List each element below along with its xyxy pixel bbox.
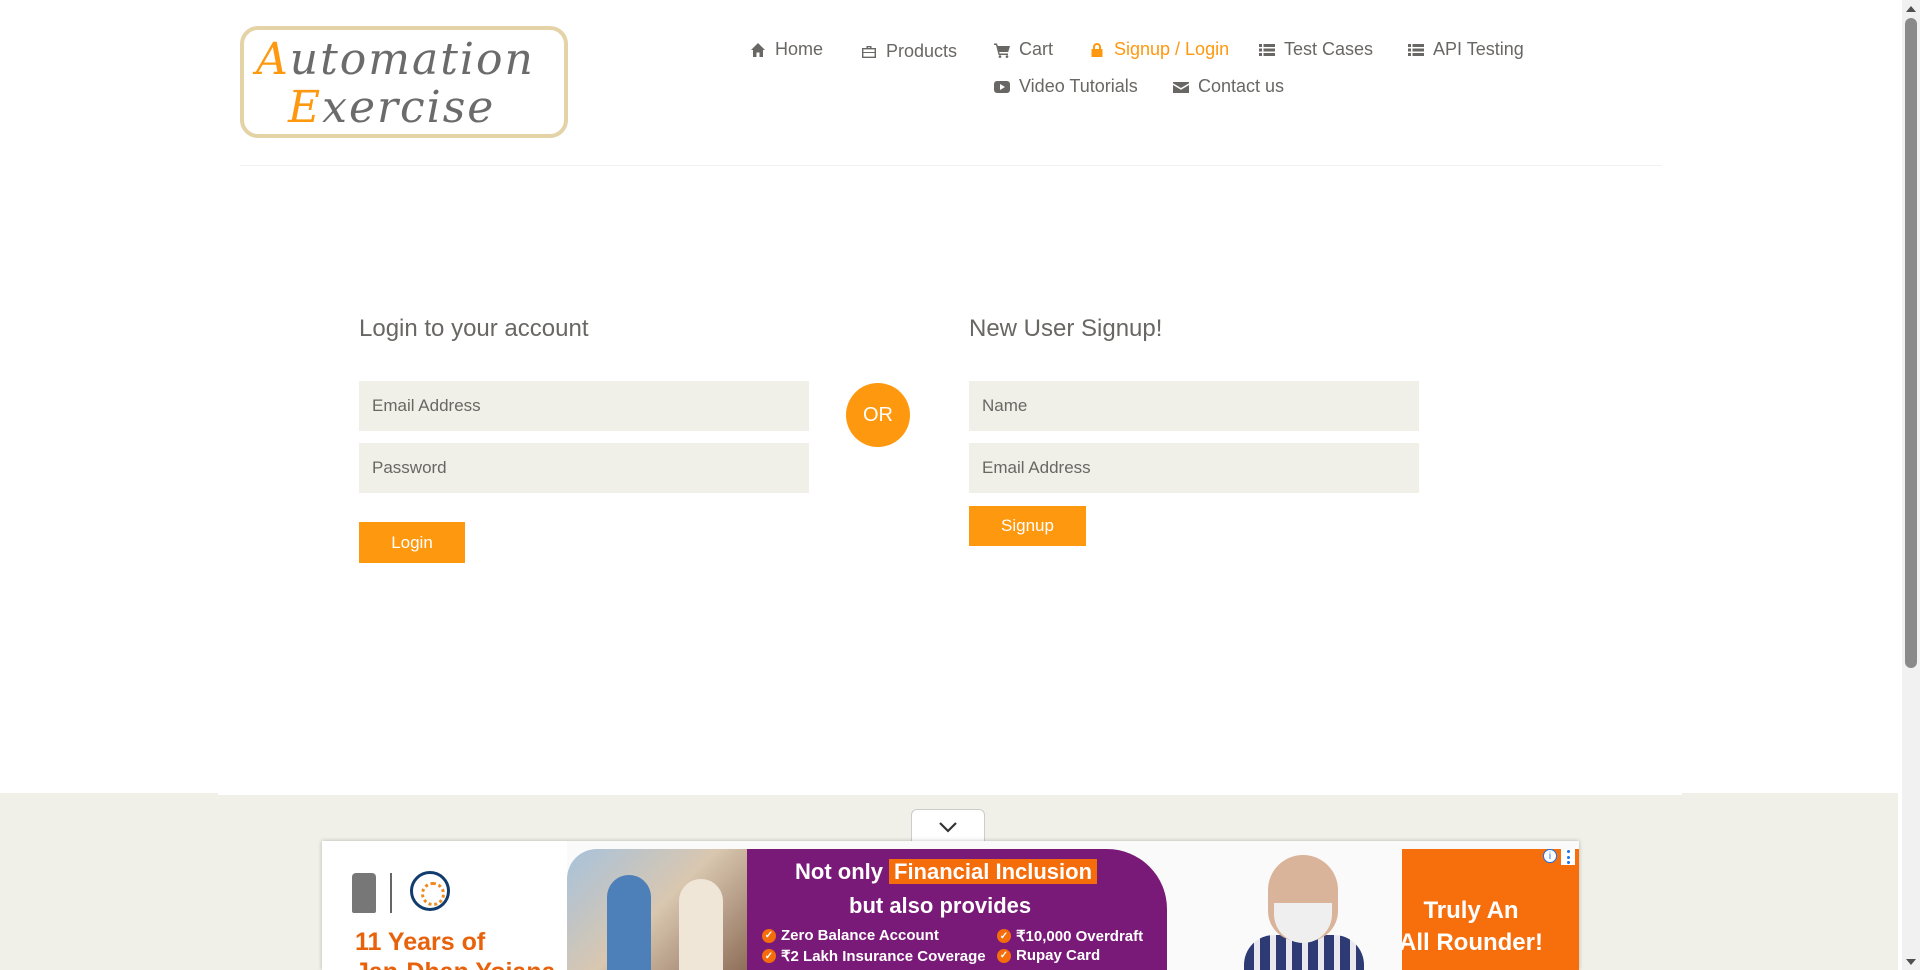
check-icon: ✓ (762, 949, 776, 963)
ad-portrait-photo (1222, 849, 1402, 970)
ad-benefit: ✓ ₹2 Lakh Insurance Coverage (762, 947, 986, 965)
ad-collapse-button[interactable] (911, 809, 985, 843)
page: Automation Exercise Home Products Cart S… (0, 0, 1920, 970)
vertical-scrollbar[interactable] (1902, 0, 1920, 970)
ad-left-panel: 11 Years of Jan-Dhan Yojana (322, 841, 567, 970)
ad-benefit: ✓ Zero Balance Account (762, 927, 939, 944)
home-icon (751, 42, 765, 57)
nav-test-cases[interactable]: Test Cases (1259, 39, 1373, 60)
login-button[interactable]: Login (359, 522, 465, 563)
scroll-up-arrow-icon[interactable] (1902, 0, 1920, 17)
video-icon (994, 80, 1010, 93)
ad-tagline: Truly An All Rounder! (1399, 897, 1543, 956)
header-divider (240, 165, 1662, 166)
nav-home-label: Home (775, 39, 824, 59)
login-email-input[interactable] (359, 381, 809, 431)
site-logo[interactable]: Automation Exercise (240, 26, 568, 138)
nav-video-tutorials[interactable]: Video Tutorials (994, 76, 1138, 97)
nav-signup-login-label: Signup / Login (1114, 39, 1230, 59)
signup-email-input[interactable] (969, 443, 1419, 493)
jan-dhan-logo-icon (410, 871, 450, 911)
ad-benefits-panel: Not only Financial Inclusion but also pro… (747, 849, 1167, 970)
ad-benefit: ✓ ₹10,000 Overdraft (997, 927, 1143, 945)
signup-name-input[interactable] (969, 381, 1419, 431)
cart-icon (994, 43, 1010, 58)
nav-test-cases-label: Test Cases (1284, 39, 1374, 59)
login-form-title: Login to your account (359, 315, 589, 342)
check-icon: ✓ (997, 929, 1011, 943)
ad-menu-icon[interactable] (1561, 849, 1575, 865)
lock-icon (1091, 42, 1103, 57)
ad-benefit: ✓ Rupay Card (997, 947, 1100, 964)
nav-products-label: Products (886, 41, 958, 61)
envelope-icon (1173, 81, 1189, 93)
or-separator: OR (846, 383, 910, 447)
nav-api-testing[interactable]: API Testing (1408, 39, 1524, 60)
signup-button[interactable]: Signup (969, 506, 1086, 546)
chevron-down-icon (939, 821, 957, 833)
ad-logo-divider (390, 873, 392, 913)
nav-video-tutorials-label: Video Tutorials (1019, 76, 1138, 96)
list-icon (1408, 43, 1424, 56)
ad-people-photo (567, 849, 747, 970)
nav-home[interactable]: Home (750, 39, 823, 60)
ad-subheadline: but also provides (849, 893, 1032, 918)
check-icon: ✓ (762, 928, 776, 943)
footer-divider (218, 793, 1682, 795)
ad-banner[interactable]: 11 Years of Jan-Dhan Yojana Not onlyFina… (322, 841, 1579, 970)
nav-contact-us-label: Contact us (1198, 76, 1285, 96)
ad-info-icon[interactable]: i (1543, 849, 1557, 863)
check-icon: ✓ (997, 948, 1011, 963)
nav-cart[interactable]: Cart (994, 39, 1053, 60)
nav-cart-label: Cart (1019, 39, 1054, 59)
nav-products[interactable]: Products (861, 41, 957, 62)
scrollbar-thumb[interactable] (1905, 18, 1917, 668)
nav-signup-login[interactable]: Signup / Login (1089, 39, 1229, 60)
scroll-down-arrow-icon[interactable] (1902, 953, 1920, 970)
signup-form-title: New User Signup! (969, 315, 1163, 342)
ad-years-text: 11 Years of Jan-Dhan Yojana (355, 928, 556, 970)
logo-line1: Automation (256, 34, 535, 85)
national-emblem-icon (352, 873, 376, 913)
ad-headline: Not only Financial Inclusion (795, 859, 1098, 885)
list-icon (1259, 43, 1275, 56)
nav-contact-us[interactable]: Contact us (1173, 76, 1284, 97)
logo-line2: Exercise (288, 82, 496, 133)
nav-api-testing-label: API Testing (1433, 39, 1524, 59)
login-password-input[interactable] (359, 443, 809, 493)
products-icon (862, 45, 876, 58)
